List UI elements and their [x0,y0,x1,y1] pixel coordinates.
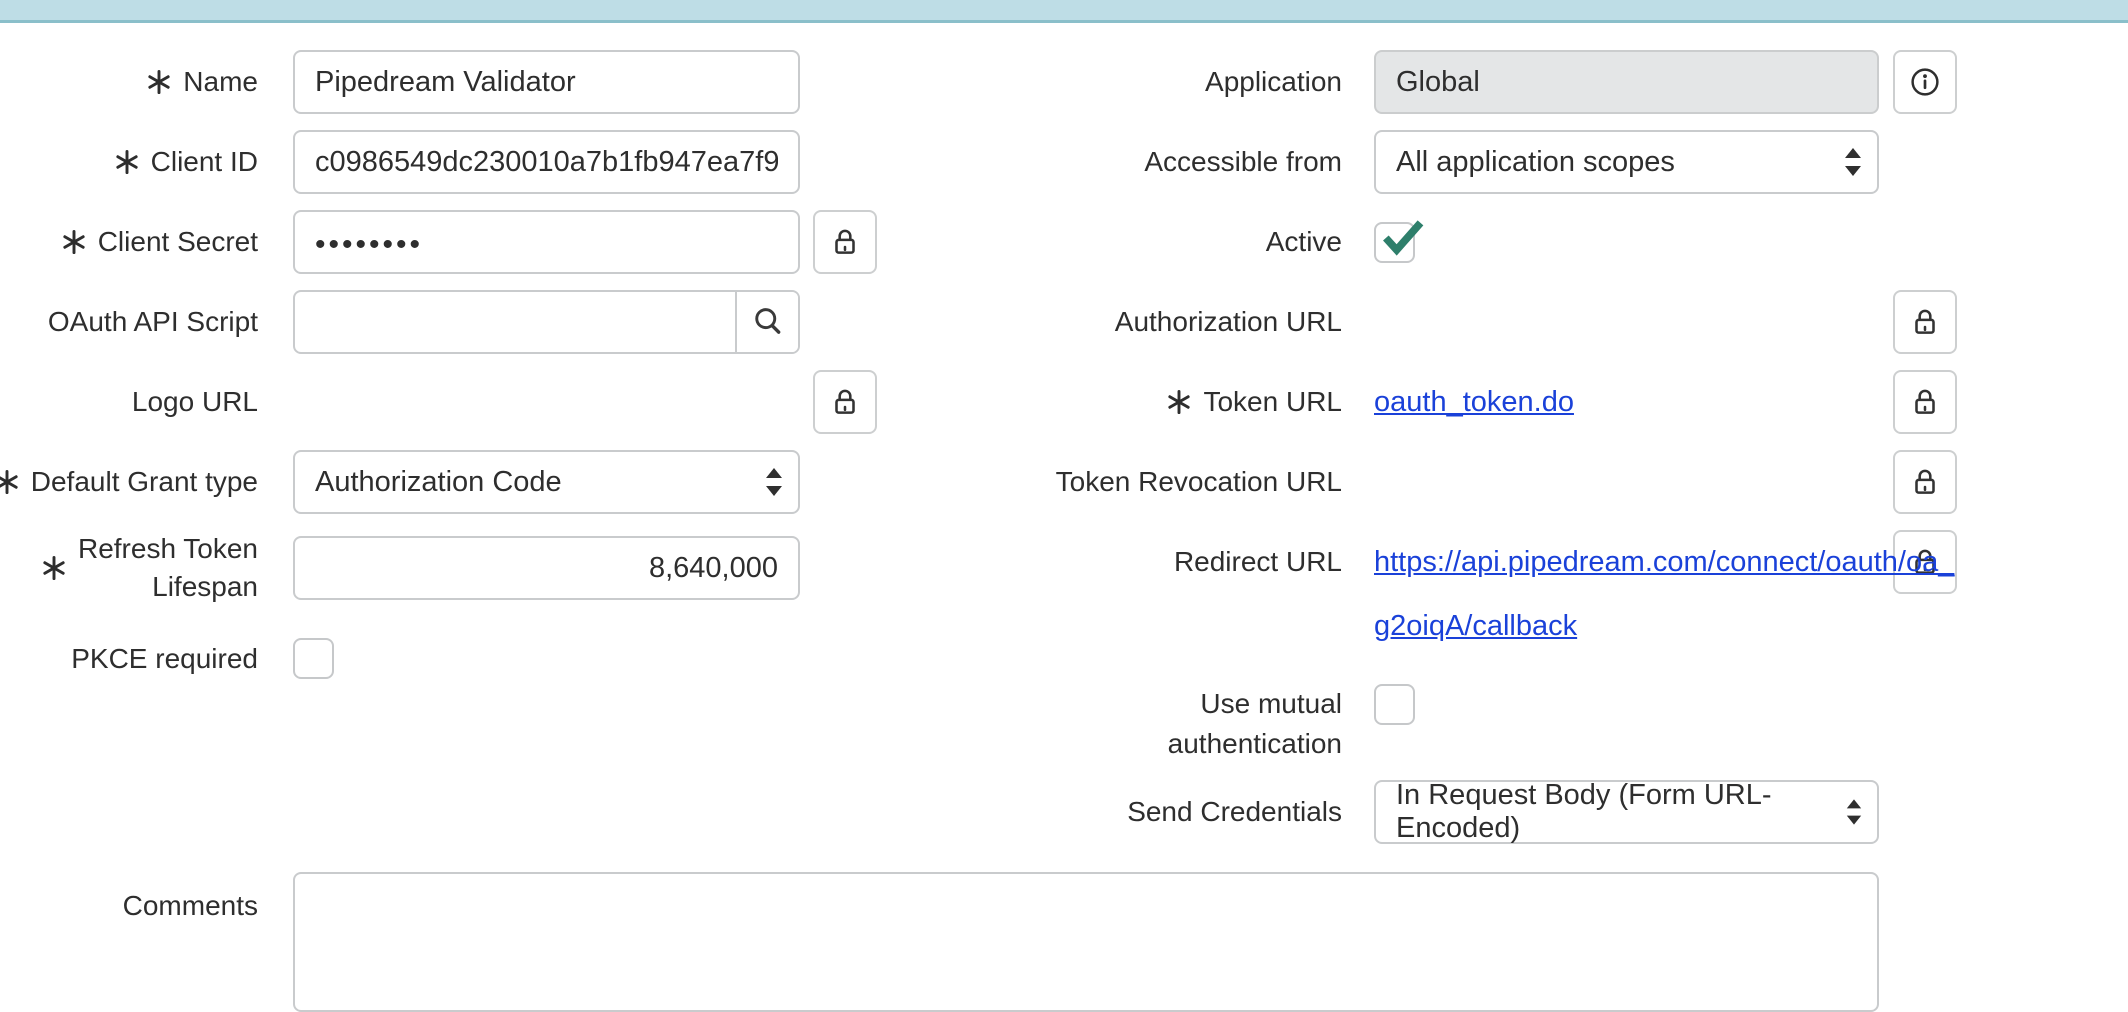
application-input[interactable] [1374,50,1879,114]
token-revocation-url-lock-button[interactable] [1893,450,1957,514]
logo-url-value [293,370,800,434]
use-mutual-authentication-checkbox[interactable] [1374,684,1415,725]
client-id-label: Client ID [30,130,258,194]
oauth-api-script-label: OAuth API Script [30,290,258,354]
use-mutual-authentication-label: Use mutual authentication [1064,684,1342,764]
client-secret-lock-button[interactable] [813,210,877,274]
field-row-client-secret: Client Secret [30,210,877,274]
client-secret-label: Client Secret [30,210,258,274]
name-label: Name [30,50,258,114]
field-row-name: Name [30,50,877,114]
lock-icon [1908,465,1942,499]
form-column-left: Name Client ID Client Secret [30,50,877,695]
refresh-token-lifespan-input[interactable] [293,536,800,600]
lock-icon [1908,305,1942,339]
default-grant-type-select[interactable]: Authorization Code [293,450,800,514]
accessible-from-select[interactable]: All application scopes [1374,130,1879,194]
token-url-link[interactable]: oauth_token.do [1374,386,1574,418]
required-icon [114,149,140,175]
authorization-url-value [1374,290,1879,354]
field-row-refresh-token-lifespan: Refresh Token Lifespan [30,530,877,606]
application-info-button[interactable] [1893,50,1957,114]
logo-url-label: Logo URL [30,370,258,434]
comments-label: Comments [30,872,258,926]
required-icon [0,469,20,495]
active-label: Active [1064,210,1342,274]
field-row-token-url: Token URL oauth_token.do [1064,370,1957,434]
field-row-active: Active [1064,210,1957,274]
oauth-api-script-lookup-button[interactable] [735,292,798,352]
field-row-token-revocation-url: Token Revocation URL [1064,450,1957,514]
token-url-lock-button[interactable] [1893,370,1957,434]
required-icon [41,555,67,581]
field-row-application: Application [1064,50,1957,114]
active-checkbox[interactable] [1374,222,1415,263]
default-grant-type-label: Default Grant type [30,450,258,514]
token-revocation-url-label: Token Revocation URL [1064,450,1342,514]
required-icon [146,69,172,95]
field-row-redirect-url: Redirect URL https://api.pipedream.com/c… [1064,530,1957,658]
field-row-authorization-url: Authorization URL [1064,290,1957,354]
select-arrows-icon [1845,796,1863,828]
logo-url-lock-button[interactable] [813,370,877,434]
select-arrows-icon [764,466,784,498]
authorization-url-label: Authorization URL [1064,290,1342,354]
info-icon [1907,64,1943,100]
name-input[interactable] [293,50,800,114]
field-row-use-mutual-authentication: Use mutual authentication [1064,674,1957,764]
field-row-default-grant-type: Default Grant type Authorization Code [30,450,877,514]
field-row-oauth-api-script: OAuth API Script [30,290,877,354]
accessible-from-label: Accessible from [1064,130,1342,194]
field-row-comments: Comments [30,872,2128,1012]
search-icon [750,304,786,340]
select-arrows-icon [1843,146,1863,178]
field-row-send-credentials: Send Credentials In Request Body (Form U… [1064,780,1957,844]
field-row-logo-url: Logo URL [30,370,877,434]
send-credentials-select[interactable]: In Request Body (Form URL-Encoded) [1374,780,1879,844]
checkmark-icon [1375,214,1427,262]
pkce-required-checkbox[interactable] [293,638,334,679]
lock-icon [828,385,862,419]
required-icon [1166,389,1192,415]
send-credentials-label: Send Credentials [1064,780,1342,844]
token-url-label: Token URL [1064,370,1342,434]
application-label: Application [1064,50,1342,114]
authorization-url-lock-button[interactable] [1893,290,1957,354]
required-icon [61,229,87,255]
field-row-accessible-from: Accessible from All application scopes [1064,130,1957,194]
field-row-pkce-required: PKCE required [30,622,877,679]
field-row-client-id: Client ID [30,130,877,194]
record-form: Name Client ID Client Secret [0,23,2128,1012]
pkce-required-label: PKCE required [30,638,258,679]
redirect-url-label: Redirect URL [1064,530,1342,594]
top-accent-bar [0,0,2128,23]
form-column-right: Application Accessible from All ap [1064,50,1957,860]
comments-textarea[interactable] [293,872,1879,1012]
client-id-input[interactable] [293,130,800,194]
lock-icon [828,225,862,259]
oauth-api-script-input[interactable] [295,292,735,352]
redirect-url-link[interactable]: https://api.pipedream.com/connect/oauth/… [1374,530,1879,658]
lock-icon [1908,385,1942,419]
refresh-token-lifespan-label: Refresh Token Lifespan [30,530,258,606]
token-revocation-url-value [1374,450,1879,514]
client-secret-input[interactable] [293,210,800,274]
